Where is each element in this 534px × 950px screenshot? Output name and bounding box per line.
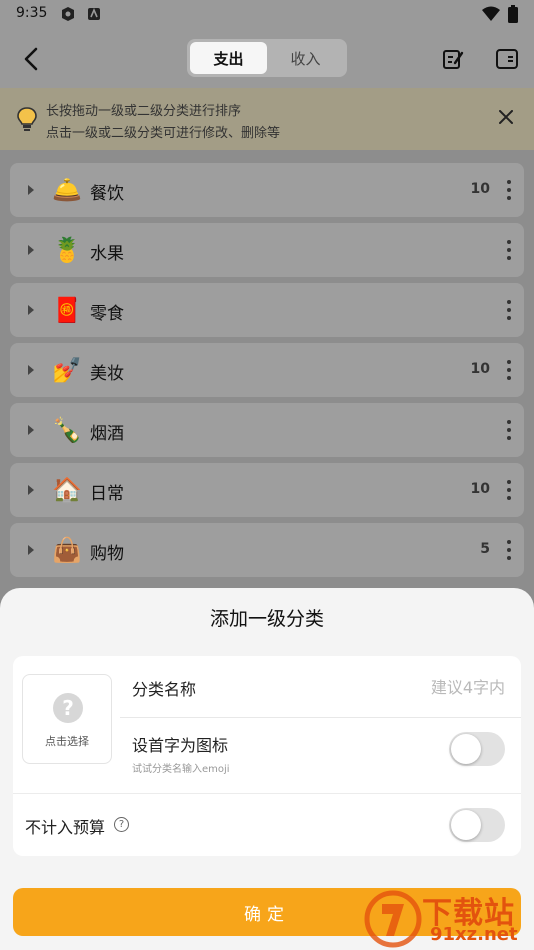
watermark-logo-icon	[364, 890, 422, 948]
category-name-input[interactable]	[305, 672, 505, 702]
subcategory-count: 10	[470, 361, 490, 377]
panel-icon	[496, 49, 518, 69]
first-char-hint: 试试分类名输入emoji	[132, 764, 230, 775]
cloche-icon: 🛎️	[52, 176, 82, 204]
more-options-icon[interactable]	[504, 240, 514, 260]
subcategory-count: 10	[470, 481, 490, 497]
status-time: 9:35	[16, 5, 48, 21]
help-icon[interactable]: ?	[114, 817, 129, 832]
more-options-icon[interactable]	[504, 300, 514, 320]
question-mark-icon: ?	[53, 693, 83, 723]
tip-close-button[interactable]	[494, 105, 518, 129]
category-row[interactable]: 🏠 日常 10	[10, 463, 524, 517]
shopping-bag-icon: 👜	[52, 536, 82, 564]
back-button[interactable]	[16, 44, 46, 74]
expand-arrow-icon[interactable]	[28, 425, 34, 435]
sheet-title: 添加一级分类	[209, 608, 324, 630]
tip-line-edit: 点击一级或二级分类可进行修改、删除等	[46, 126, 281, 141]
expand-arrow-icon[interactable]	[28, 245, 34, 255]
bottle-icon: 🍾	[52, 416, 82, 444]
more-options-icon[interactable]	[504, 360, 514, 380]
more-options-icon[interactable]	[504, 180, 514, 200]
snack-bag-icon: 🧧	[52, 296, 82, 324]
expand-arrow-icon[interactable]	[28, 185, 34, 195]
category-row[interactable]: 🛎️ 餐饮 10	[10, 163, 524, 217]
category-row[interactable]: 🍾 烟酒	[10, 403, 524, 457]
category-name: 水果	[90, 244, 124, 264]
site-watermark: 下载站 91xz.net	[364, 888, 534, 950]
vpn-icon	[62, 7, 74, 21]
lightbulb-icon	[17, 107, 37, 131]
tab-income[interactable]: 收入	[267, 42, 344, 74]
more-options-icon[interactable]	[504, 480, 514, 500]
top-bar: 支出 收入	[0, 30, 534, 88]
close-icon	[499, 110, 513, 124]
expand-arrow-icon[interactable]	[28, 305, 34, 315]
status-bar: 9:35	[0, 0, 534, 30]
tip-line-sort: 长按拖动一级或二级分类进行排序	[46, 104, 242, 119]
category-name: 零食	[90, 304, 124, 324]
category-row[interactable]: 👜 购物 5	[10, 523, 524, 577]
more-options-icon[interactable]	[504, 420, 514, 440]
exclude-budget-toggle[interactable]	[449, 808, 505, 842]
icon-picker-label: 点击选择	[45, 735, 89, 748]
category-name-field: 分类名称	[120, 656, 521, 718]
edit-categories-button[interactable]	[438, 44, 468, 74]
battery-icon	[508, 5, 518, 23]
wifi-icon	[482, 6, 500, 21]
category-name-label: 分类名称	[132, 680, 197, 699]
fruit-icon: 🍍	[52, 236, 82, 264]
watermark-domain: 91xz.net	[430, 924, 518, 945]
category-name: 餐饮	[90, 184, 124, 204]
manicure-icon: 💅	[52, 356, 82, 384]
category-row[interactable]: 🍍 水果	[10, 223, 524, 277]
subcategory-count: 5	[480, 541, 490, 557]
category-row[interactable]: 🧧 零食	[10, 283, 524, 337]
icon-picker[interactable]: ? 点击选择	[22, 674, 112, 764]
expand-arrow-icon[interactable]	[28, 485, 34, 495]
tip-banner: 长按拖动一级或二级分类进行排序 点击一级或二级分类可进行修改、删除等	[0, 88, 534, 150]
tab-expense[interactable]: 支出	[190, 42, 267, 74]
expand-arrow-icon[interactable]	[28, 365, 34, 375]
expand-arrow-icon[interactable]	[28, 545, 34, 555]
category-name: 烟酒	[90, 424, 124, 444]
first-char-icon-setting: 设首字为图标 试试分类名输入emoji	[120, 718, 521, 780]
type-segmented-control: 支出 收入	[187, 39, 347, 77]
first-char-label: 设首字为图标	[132, 736, 229, 755]
subcategory-count: 10	[470, 181, 490, 197]
app-notification-icon	[88, 7, 100, 20]
exclude-budget-label: 不计入预算	[25, 818, 106, 837]
category-form: ? 点击选择 分类名称 设首字为图标 试试分类名输入emoji 不计入预算 ?	[13, 656, 521, 856]
first-char-toggle[interactable]	[449, 732, 505, 766]
layout-toggle-button[interactable]	[492, 44, 522, 74]
more-options-icon[interactable]	[504, 540, 514, 560]
category-row[interactable]: 💅 美妆 10	[10, 343, 524, 397]
house-icon: 🏠	[52, 476, 82, 504]
category-name: 购物	[90, 544, 124, 564]
category-name: 日常	[90, 484, 124, 504]
back-arrow-icon	[24, 47, 38, 71]
edit-list-icon	[443, 50, 464, 69]
exclude-budget-setting: 不计入预算 ?	[13, 794, 521, 856]
category-name: 美妆	[90, 364, 124, 384]
